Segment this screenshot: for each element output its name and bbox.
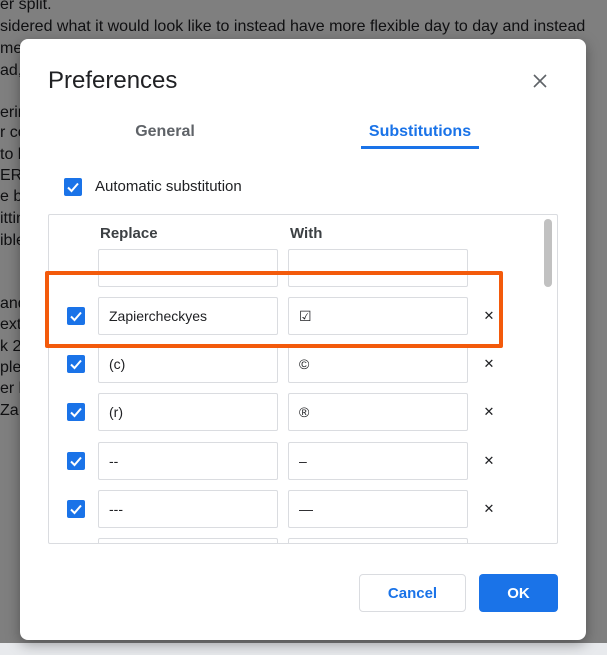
- new-with-input[interactable]: [288, 249, 468, 287]
- ok-button[interactable]: OK: [479, 574, 558, 612]
- substitutions-table: Replace With Zapiercheckyes ☑ ✕ (c) © ✕ …: [48, 214, 558, 544]
- checkmark-icon: [70, 407, 82, 418]
- checkmark-icon: [70, 504, 82, 515]
- replace-input[interactable]: [98, 538, 278, 543]
- with-column-header: With: [290, 225, 323, 242]
- with-input[interactable]: ©: [288, 345, 468, 383]
- delete-x-icon[interactable]: ✕: [481, 404, 497, 420]
- checkmark-icon: [70, 359, 82, 370]
- table-scrollbar[interactable]: [544, 219, 552, 287]
- delete-x-icon[interactable]: ✕: [481, 308, 497, 324]
- row-enabled-checkbox[interactable]: [67, 355, 85, 373]
- row-enabled-checkbox[interactable]: [67, 307, 85, 325]
- row-enabled-checkbox[interactable]: [67, 452, 85, 470]
- tab-substitutions[interactable]: Substitutions: [361, 123, 479, 147]
- with-input[interactable]: ☑: [288, 297, 468, 335]
- with-input[interactable]: ®: [288, 393, 468, 431]
- row-enabled-checkbox[interactable]: [67, 500, 85, 518]
- replace-input[interactable]: (c): [98, 345, 278, 383]
- with-input[interactable]: —: [288, 490, 468, 528]
- close-icon: [533, 74, 547, 88]
- checkmark-icon: [70, 456, 82, 467]
- preferences-dialog: Preferences General Substitutions Automa…: [20, 39, 586, 640]
- row-enabled-checkbox[interactable]: [67, 403, 85, 421]
- automatic-substitution-label: Automatic substitution: [95, 178, 242, 195]
- close-button[interactable]: [528, 69, 552, 93]
- cancel-button[interactable]: Cancel: [359, 574, 466, 612]
- delete-x-icon[interactable]: ✕: [481, 453, 497, 469]
- dialog-title: Preferences: [48, 67, 178, 94]
- bottom-strip: [0, 643, 607, 655]
- delete-x-icon[interactable]: ✕: [481, 356, 497, 372]
- replace-input[interactable]: (r): [98, 393, 278, 431]
- active-tab-indicator: [361, 146, 479, 149]
- tab-general[interactable]: General: [115, 123, 215, 147]
- with-input[interactable]: –: [288, 442, 468, 480]
- replace-input[interactable]: ---: [98, 490, 278, 528]
- replace-input[interactable]: --: [98, 442, 278, 480]
- checkmark-icon: [67, 182, 79, 193]
- delete-x-icon[interactable]: ✕: [481, 501, 497, 517]
- checkmark-icon: [70, 311, 82, 322]
- replace-column-header: Replace: [100, 225, 158, 242]
- replace-input[interactable]: Zapiercheckyes: [98, 297, 278, 335]
- automatic-substitution-checkbox[interactable]: [64, 178, 82, 196]
- new-replace-input[interactable]: [98, 249, 278, 287]
- with-input[interactable]: [288, 538, 468, 543]
